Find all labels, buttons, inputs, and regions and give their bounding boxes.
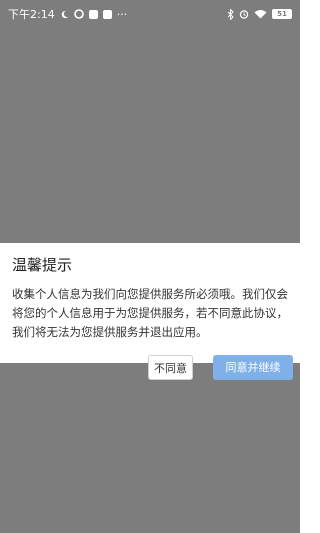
more-notifications-icon: ··· bbox=[116, 7, 128, 21]
dialog-buttons: 不同意 同意并继续 bbox=[0, 243, 300, 380]
message-icon bbox=[73, 9, 84, 19]
download-notification-icon bbox=[102, 9, 112, 19]
status-bar-right: 51 bbox=[227, 8, 292, 20]
status-bar-left: 下午2:14 ··· bbox=[8, 6, 127, 22]
wifi-icon bbox=[254, 9, 267, 19]
agree-and-continue-button[interactable]: 同意并继续 bbox=[213, 355, 293, 380]
app-notification-icon bbox=[88, 9, 98, 19]
status-time: 下午2:14 bbox=[8, 8, 55, 21]
disagree-button[interactable]: 不同意 bbox=[148, 355, 193, 380]
bluetooth-icon bbox=[227, 8, 234, 20]
battery-icon: 51 bbox=[272, 9, 292, 19]
alarm-icon bbox=[239, 9, 249, 19]
moon-icon bbox=[60, 10, 69, 19]
screen: 下午2:14 ··· 51 温馨提示 收集个人信息为我们向您提供服务所必须哦。我… bbox=[0, 0, 300, 533]
status-bar: 下午2:14 ··· 51 bbox=[0, 0, 300, 28]
